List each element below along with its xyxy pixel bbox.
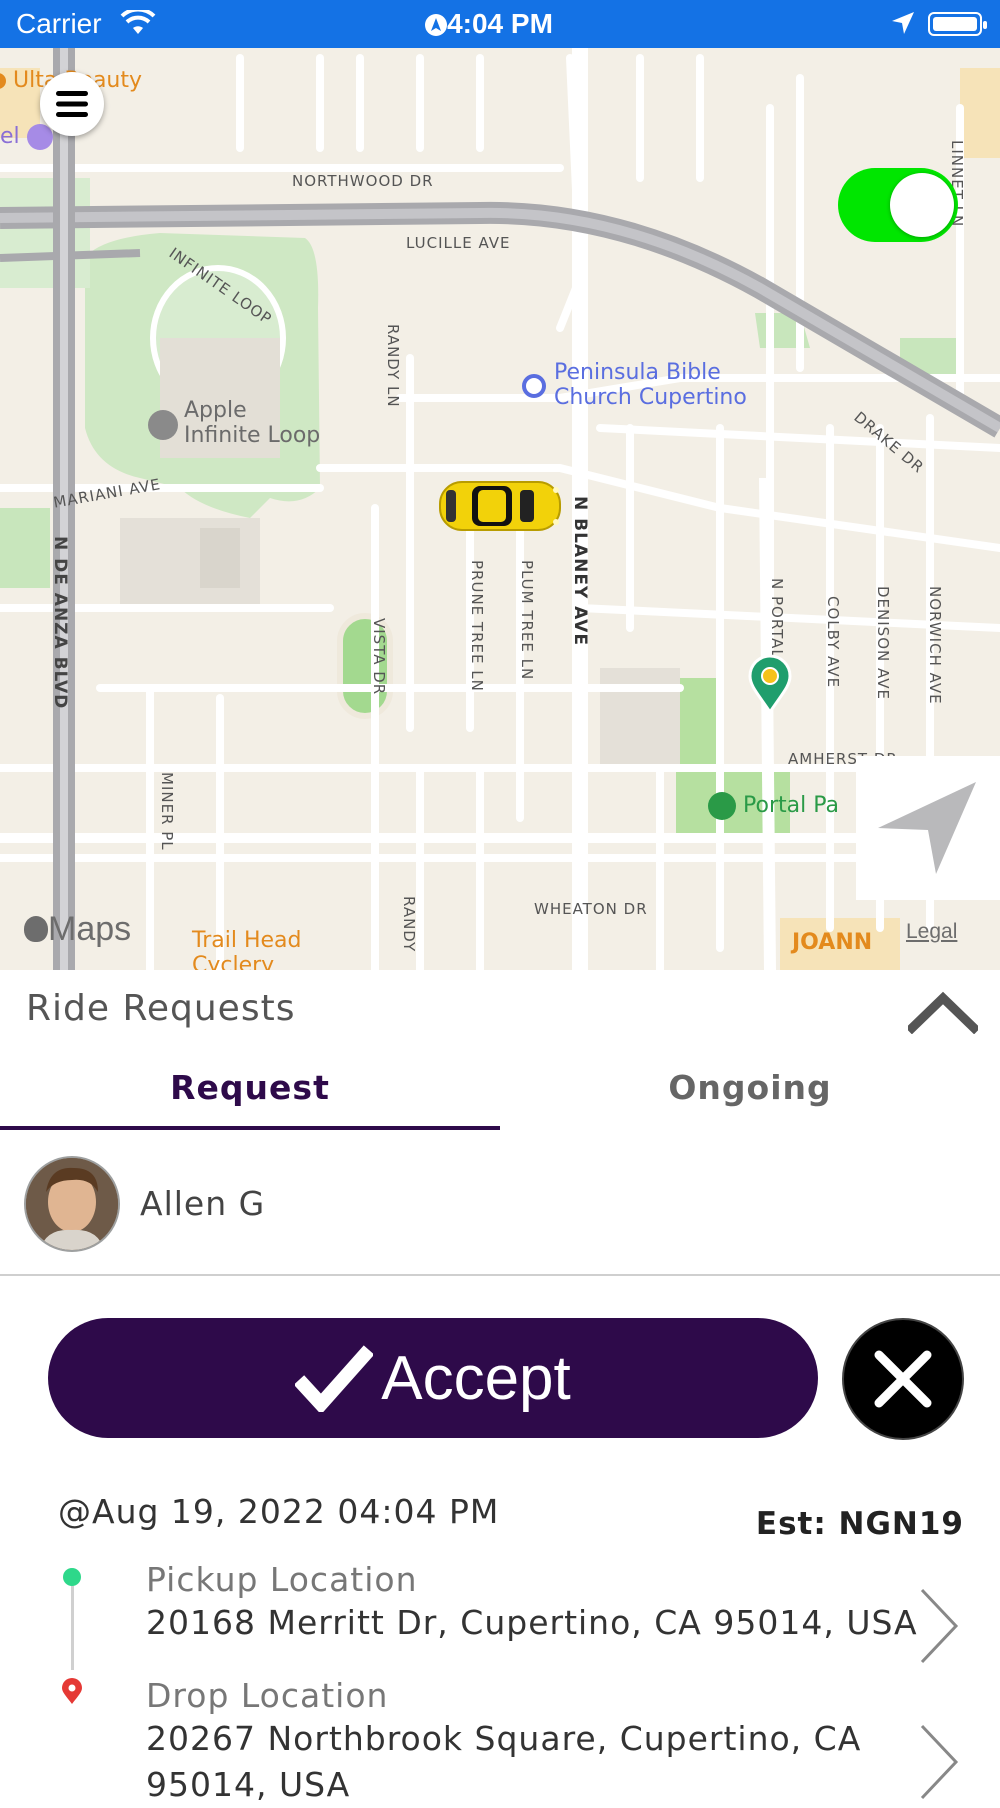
location-arrow-icon [890,10,916,43]
poi-label-line2: Infinite Loop [184,423,321,448]
drop-address-line2: 95014, USA [146,1765,351,1804]
close-icon [874,1350,932,1408]
sheet-title: Ride Requests [26,988,296,1029]
poi-label-line2: Church Cupertino [554,385,747,410]
street-label-lucille: LUCILLE AVE [406,234,511,252]
hamburger-icon [56,91,88,117]
apple-logo-icon [148,410,178,440]
chevron-up-icon [905,991,981,1035]
poi-label: Portal Pa [743,793,839,818]
route-connector [71,1586,74,1670]
active-tab-indicator [0,1126,500,1130]
tree-icon [708,792,736,820]
status-bar: Carrier 4:04 PM [0,0,1000,48]
chevron-right-icon [920,1588,959,1664]
drop-address-line1: 20267 Northbrook Square, Cupertino, CA [146,1719,862,1758]
poi-portal-park[interactable]: Portal Pa [708,792,839,820]
tab-ongoing[interactable]: Ongoing [500,1050,1000,1126]
rider-info: Allen G [0,1154,1000,1276]
street-label-miner: MINER PL [158,772,176,851]
street-label-vista: VISTA DR [370,618,388,696]
current-location-pin-icon [748,654,792,714]
accept-label: Accept [381,1343,571,1413]
poi-label-line1: Peninsula Bible [554,360,721,385]
taxi-car-icon [439,481,561,531]
status-time: 4:04 PM [447,8,553,39]
toggle-knob [890,173,954,237]
fare-estimate: Est: NGN19 [755,1506,964,1542]
poi-marker-icon [0,73,6,89]
pickup-label: Pickup Location [146,1560,418,1599]
poi-apple-infinite-loop[interactable]: Apple Infinite Loop [148,398,320,448]
pickup-address: 20168 Merritt Dr, Cupertino, CA 95014, U… [146,1603,918,1642]
apple-maps-logo: Maps [24,910,131,949]
rider-name: Allen G [140,1184,266,1223]
accept-button[interactable]: Accept [48,1318,818,1438]
pickup-dot-icon [63,1568,81,1586]
apple-logo-icon [24,916,48,942]
bed-icon [26,124,53,150]
street-label-northwood: NORTHWOOD DR [292,172,434,190]
menu-button[interactable] [40,72,104,136]
recenter-location-button[interactable] [856,756,1000,900]
poi-label: JOANN [792,930,873,955]
request-datetime: @Aug 19, 2022 04:04 PM [58,1492,500,1531]
street-label-colby: COLBY AVE [824,596,842,689]
battery-icon [928,12,987,36]
legal-link[interactable]: Legal [906,920,957,944]
rider-avatar [24,1156,120,1252]
collapse-sheet-button[interactable] [905,990,981,1038]
avatar-image [26,1158,118,1250]
church-marker-icon [522,374,546,398]
poi-label-line1: Apple [184,398,247,423]
poi-hotel[interactable]: el [0,124,53,150]
map-view[interactable]: NORTHWOOD DR LUCILLE AVE INFINITE LOOP R… [0,48,1000,970]
street-label-n-blaney: N BLANEY AVE [570,496,590,646]
checkmark-icon [295,1344,374,1412]
street-label-wheaton: WHEATON DR [534,900,648,918]
maps-logo-text: Maps [48,910,132,948]
street-label-denison: DENISON AVE [874,586,892,701]
chevron-right-icon [920,1724,959,1800]
street-label-randy-ln: RANDY LN [384,324,402,408]
ride-requests-sheet: Ride Requests Request Ongoing Allen G Ac… [0,970,1000,1804]
poi-label: el [0,124,20,149]
navigation-arrow-icon [878,782,976,874]
street-label-prune-tree: PRUNE TREE LN [468,560,486,692]
drop-address: 20267 Northbrook Square, Cupertino, CA 9… [146,1716,906,1808]
poi-joann[interactable]: JOANN [792,930,872,955]
drop-pin-icon [62,1678,82,1704]
drop-details-button[interactable] [918,1722,962,1806]
street-label-norwich: NORWICH AVE [926,586,944,705]
pickup-details-button[interactable] [918,1586,962,1670]
online-toggle[interactable] [838,168,958,242]
poi-trail-head-cyclery[interactable]: Trail Head Cyclery [192,928,301,970]
poi-peninsula-bible-church[interactable]: Peninsula Bible Church Cupertino [522,360,747,410]
drop-label: Drop Location [146,1676,389,1715]
poi-label-line2: Cyclery [192,953,275,970]
street-label-n-de-anza: N DE ANZA BLVD [50,536,70,710]
poi-label-line1: Trail Head [192,928,302,953]
request-tabs: Request Ongoing [0,1050,1000,1130]
street-label-randy-south: RANDY [400,896,418,953]
decline-button[interactable] [842,1318,964,1440]
tab-request[interactable]: Request [0,1050,500,1126]
street-label-plum-tree: PLUM TREE LN [518,560,536,681]
